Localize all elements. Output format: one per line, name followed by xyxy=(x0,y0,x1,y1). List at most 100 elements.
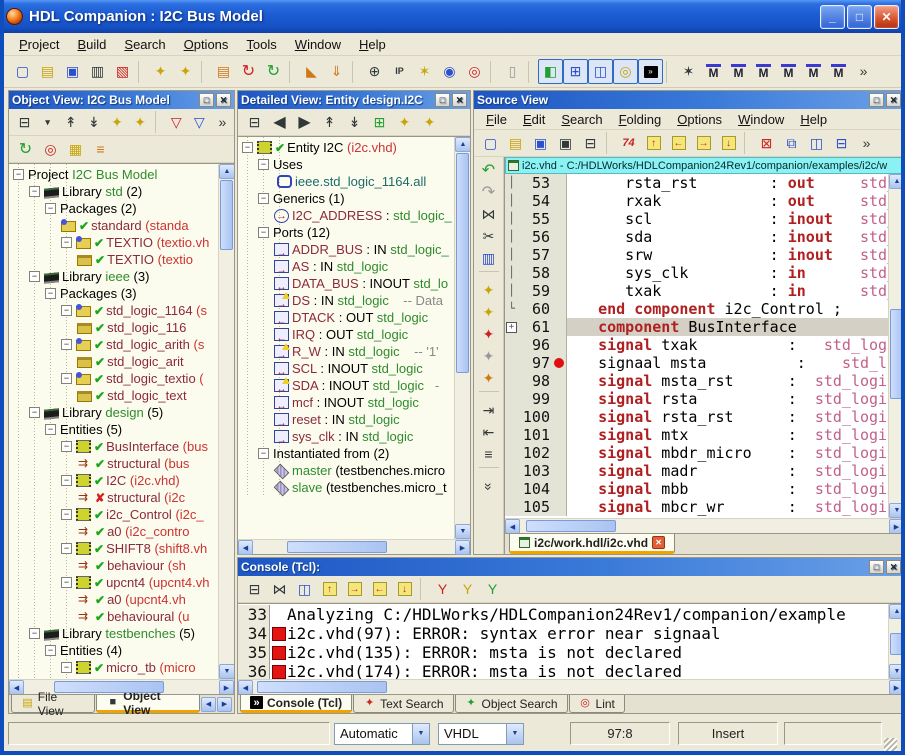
expander-icon[interactable]: − xyxy=(45,645,56,656)
code-text[interactable]: scl : inout std_lo xyxy=(567,210,888,228)
expander-icon[interactable]: − xyxy=(61,509,72,520)
toolbar-separator[interactable] xyxy=(528,61,535,83)
scroll-right-button[interactable]: ▶ xyxy=(889,680,904,695)
new-project-icon[interactable]: ▢ xyxy=(10,59,35,84)
fold-marker-icon[interactable] xyxy=(505,210,518,228)
code-line[interactable]: 103 signal madr : std_logic xyxy=(505,462,888,480)
fold-marker-icon[interactable] xyxy=(505,264,518,282)
cut-icon[interactable]: ✂ xyxy=(477,225,501,247)
tree-item[interactable]: − Ports (12) xyxy=(238,224,454,241)
chevron-down-icon[interactable]: » xyxy=(477,475,501,497)
column-icon[interactable]: ◫ xyxy=(292,577,317,602)
pane-restore-button[interactable]: □ xyxy=(435,93,450,107)
code-text[interactable]: signal msta_rst : std_logic xyxy=(567,372,888,390)
fold-marker-icon[interactable] xyxy=(505,336,518,354)
scroll-up-button[interactable]: ▲ xyxy=(219,164,234,179)
save-file-icon[interactable]: ▣ xyxy=(528,131,553,156)
tree-item[interactable]: sys_clk : IN std_logic xyxy=(238,428,454,445)
toolbar-separator[interactable] xyxy=(744,132,751,154)
fold-marker-icon[interactable] xyxy=(505,498,518,516)
scroll-down-button[interactable]: ▼ xyxy=(889,503,904,518)
wizard-icon[interactable]: ✶ xyxy=(676,59,701,84)
toolbar-overflow-chevron[interactable]: » xyxy=(851,59,876,84)
scroll-right-button[interactable]: ▶ xyxy=(219,680,234,695)
expander-icon[interactable]: − xyxy=(61,339,72,350)
tree-item[interactable]: − Library std (2) xyxy=(9,183,218,200)
refresh-icon[interactable]: ↻ xyxy=(13,137,38,162)
expander-icon[interactable]: − xyxy=(29,186,40,197)
toolbar-separator[interactable] xyxy=(479,467,499,473)
code-text[interactable]: sda : inout std_lo xyxy=(567,228,888,246)
detailed-view-titlebar[interactable]: Detailed View: Entity design.I2C □ ✕ xyxy=(238,91,470,109)
expander-icon[interactable]: − xyxy=(45,288,56,299)
code-line[interactable]: 105 signal mbcr_wr : std_logic xyxy=(505,498,888,516)
tree-item[interactable]: master (testbenches.micro xyxy=(238,462,454,479)
vertical-scrollbar[interactable]: ▲ ▼ xyxy=(454,137,470,539)
tab-file-view[interactable]: ▤ File View xyxy=(11,695,95,713)
toggle-file-view-icon[interactable]: ◧ xyxy=(538,59,563,84)
tree-item[interactable]: ✔ std_logic_arit xyxy=(9,353,218,370)
tree-item[interactable]: − Library testbenches (5) xyxy=(9,625,218,642)
expander-icon[interactable]: − xyxy=(242,142,253,153)
code-line[interactable]: 56 sda : inout std_lo xyxy=(505,228,888,246)
menu-options[interactable]: Options xyxy=(669,111,730,128)
bookmark-right-icon[interactable]: → xyxy=(691,131,716,156)
prev-bookmark-icon[interactable]: ⇤ xyxy=(477,421,501,443)
highlight-clear-icon[interactable]: ✦ xyxy=(477,345,501,367)
toolbar-separator[interactable] xyxy=(490,61,497,83)
tree-item[interactable]: − Entities (5) xyxy=(9,421,218,438)
fold-marker-icon[interactable] xyxy=(505,444,518,462)
console-line[interactable]: 34 i2c.vhd(97): ERROR: syntax error near… xyxy=(238,624,888,643)
bookmark-down-icon[interactable]: ↓ xyxy=(716,131,741,156)
menu-project[interactable]: Project xyxy=(10,35,68,54)
scrollbar-thumb[interactable] xyxy=(54,681,164,693)
pane-restore-button[interactable]: □ xyxy=(869,93,884,107)
tree-item[interactable]: DTACK : OUT std_logic xyxy=(238,309,454,326)
reanalyze-all-icon[interactable]: ↻ xyxy=(261,59,286,84)
code-line[interactable]: 99 signal rsta : std_logic xyxy=(505,390,888,408)
lint-icon[interactable]: ◎ xyxy=(462,59,487,84)
menu-search[interactable]: Search xyxy=(115,35,174,54)
toolbar-separator[interactable] xyxy=(138,61,145,83)
scroll-down-button[interactable]: ▼ xyxy=(219,664,234,679)
language-select[interactable]: VHDL ▼ xyxy=(438,723,524,745)
document-header[interactable]: i2c.vhd - C:/HDLWorks/HDLCompanion24Rev1… xyxy=(505,157,904,174)
expander-icon[interactable]: − xyxy=(258,448,269,459)
fold-marker-icon[interactable] xyxy=(505,192,518,210)
encoding-select[interactable]: Automatic ▼ xyxy=(334,723,430,745)
split-vertical-icon[interactable]: ◫ xyxy=(804,131,829,156)
ip-icon[interactable]: IP xyxy=(387,59,412,84)
forward-icon[interactable]: ▶ xyxy=(292,110,317,135)
code-text[interactable]: signal rsta : std_logic xyxy=(567,390,888,408)
menu-file[interactable]: File xyxy=(478,111,515,128)
toolbar-separator[interactable] xyxy=(479,391,499,397)
tree-item[interactable]: DS : IN std_logic -- Data xyxy=(238,292,454,309)
next-bookmark-icon[interactable]: ⇥ xyxy=(477,399,501,421)
object-view-titlebar[interactable]: Object View: I2C Bus Model □ ✕ xyxy=(9,91,234,109)
tree-item[interactable]: ✔ TEXTIO (textio xyxy=(9,251,218,268)
menu-folding[interactable]: Folding xyxy=(611,111,670,128)
modelsim-compile-icon[interactable]: M xyxy=(701,59,726,84)
toggle-object-view-icon[interactable]: ⊞ xyxy=(563,59,588,84)
toolbar-separator[interactable] xyxy=(420,578,427,600)
tree-item[interactable]: − Uses xyxy=(238,156,454,173)
code-text[interactable]: signal rsta_rst : std_logic xyxy=(567,408,888,426)
reanalyze-icon[interactable]: ↻ xyxy=(236,59,261,84)
expander-icon[interactable]: − xyxy=(61,475,72,486)
redo-icon[interactable]: ↷ xyxy=(477,181,501,203)
code-line[interactable]: 60 end component i2c_Control ; xyxy=(505,300,888,318)
expand-all-icon[interactable]: ↡ xyxy=(342,110,367,135)
lint-check-icon[interactable]: ◎ xyxy=(38,137,63,162)
horizontal-scrollbar[interactable]: ◀ ▶ xyxy=(9,679,234,694)
code-line[interactable]: 98 signal msta_rst : std_logic xyxy=(505,372,888,390)
collapse-all-icon[interactable]: ↟ xyxy=(317,110,342,135)
expander-icon[interactable]: − xyxy=(29,271,40,282)
collapse-all-icon[interactable]: ↟ xyxy=(59,110,82,135)
code-line[interactable]: 97 signaal msta : std_logi xyxy=(505,354,888,372)
object-search-icon[interactable]: ✦ xyxy=(148,59,173,84)
code-line[interactable]: 53 rsta_rst : out std_lo xyxy=(505,174,888,192)
menu-help[interactable]: Help xyxy=(350,35,395,54)
fold-marker-icon[interactable] xyxy=(505,462,518,480)
fold-marker-icon[interactable] xyxy=(505,426,518,444)
scrollbar-thumb[interactable] xyxy=(287,541,387,553)
